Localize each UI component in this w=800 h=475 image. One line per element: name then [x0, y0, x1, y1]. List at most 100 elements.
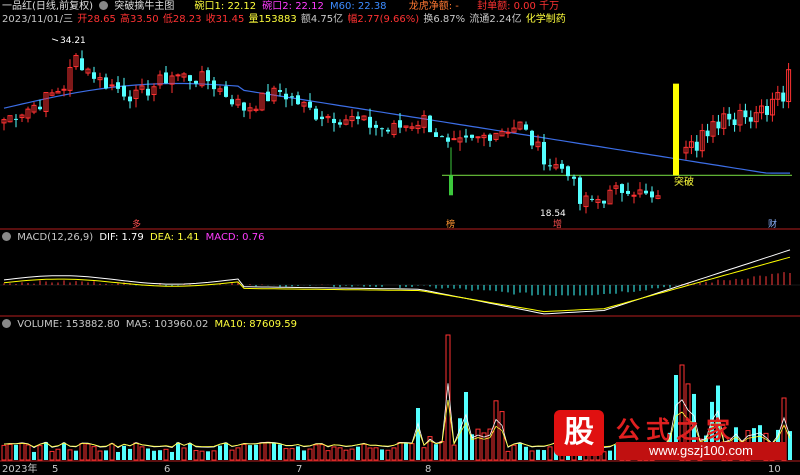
- candle-up: [175, 74, 181, 77]
- volume-bar: [349, 448, 355, 461]
- volume-bar: [152, 450, 156, 460]
- volume-bar: [122, 445, 126, 460]
- volume-bar: [254, 444, 258, 460]
- volume-header: VOLUME: 153882.80 MA5: 103960.02 MA10: 8…: [2, 319, 300, 331]
- volume-bar: [37, 445, 43, 461]
- candle-down: [128, 96, 132, 102]
- candle-up: [475, 136, 481, 139]
- dif-line: [3, 249, 791, 315]
- candle-down: [530, 130, 534, 146]
- candle-down: [650, 191, 654, 198]
- candle-down: [732, 119, 737, 125]
- breakdown-marker: [449, 175, 453, 196]
- gear-icon[interactable]: [2, 232, 11, 241]
- candle-down: [602, 200, 606, 204]
- volume-bar: [55, 448, 61, 461]
- volume-bar: [67, 449, 73, 461]
- candle-down: [470, 134, 474, 138]
- candle-down: [230, 99, 234, 105]
- volume-bar: [49, 450, 55, 461]
- volume-bar: [272, 442, 276, 460]
- breakout-label: 突破: [674, 175, 694, 188]
- candle-down: [434, 132, 438, 137]
- volume-bar: [259, 442, 265, 461]
- volume-bar: [331, 446, 337, 461]
- candle-down: [716, 121, 721, 129]
- macd-title[interactable]: MACD(12,26,9): [17, 232, 93, 243]
- volume-bar: [235, 447, 241, 461]
- volume-bar: [248, 445, 252, 460]
- candle-down: [566, 166, 570, 177]
- volume-bar: [542, 450, 546, 460]
- candle-down: [368, 116, 372, 128]
- volume-bar: [85, 443, 91, 461]
- volume-bar: [199, 450, 205, 461]
- volume-bar: [421, 447, 427, 461]
- peak-pointer: [51, 38, 59, 42]
- volume-bar: [7, 443, 13, 461]
- candle-down: [727, 113, 732, 120]
- ma10-value: MA10: 87609.59: [214, 319, 297, 330]
- volume-bar: [475, 428, 481, 461]
- candle-down: [356, 116, 360, 119]
- candle-down: [188, 75, 192, 81]
- macd-panel: [0, 249, 800, 315]
- volume-bar: [139, 446, 145, 461]
- volume-bar: [133, 442, 139, 461]
- candle-down: [212, 80, 216, 90]
- candle-down: [464, 135, 468, 138]
- logo-glyph: 股: [554, 410, 604, 456]
- volume-bar: [289, 448, 295, 461]
- volume-bar: [229, 449, 235, 461]
- x-axis-label: 6: [164, 464, 170, 475]
- candle-down: [748, 117, 753, 122]
- site-logo: 股 公式之家 www.gszj100.com: [554, 408, 794, 470]
- x-axis-label: 7: [296, 464, 302, 475]
- volume-bar: [391, 447, 397, 461]
- candle-down: [194, 80, 198, 84]
- volume-bar: [343, 449, 349, 461]
- volume-bar: [176, 442, 180, 460]
- volume-bar: [385, 449, 391, 461]
- candle-down: [242, 102, 246, 111]
- volume-bar: [170, 451, 174, 460]
- candle-down: [146, 88, 150, 96]
- volume-bar: [499, 411, 505, 461]
- volume-bar: [97, 450, 103, 461]
- volume-bar: [439, 440, 445, 461]
- candle-down: [542, 141, 546, 165]
- volume-bar: [128, 448, 132, 460]
- volume-bar: [325, 450, 331, 461]
- candle-down: [765, 106, 769, 115]
- volume-bar: [211, 450, 217, 461]
- volume-bar: [518, 442, 522, 460]
- breakout-candle: [673, 83, 679, 176]
- candle-down: [694, 141, 699, 151]
- candle-down: [743, 110, 748, 118]
- candle-down: [278, 90, 282, 92]
- volume-bar: [109, 443, 115, 461]
- volume-bar: [493, 400, 499, 461]
- candle-down: [705, 130, 710, 137]
- candle-down: [266, 91, 270, 102]
- event-marker: 财: [768, 218, 777, 230]
- candle-up: [631, 194, 637, 197]
- volume-title[interactable]: VOLUME: 153882.80: [17, 319, 120, 330]
- logo-url: www.gszj100.com: [616, 442, 786, 460]
- candle-down: [578, 177, 582, 204]
- candle-down: [206, 70, 210, 82]
- candle-down: [620, 184, 624, 193]
- candle-down: [284, 93, 288, 100]
- volume-bar: [25, 444, 31, 461]
- volume-bar: [409, 443, 415, 461]
- volume-bar: [62, 442, 66, 460]
- candle-down: [488, 134, 492, 141]
- candle-down: [104, 77, 108, 89]
- gear-icon[interactable]: [2, 319, 11, 328]
- volume-bar: [451, 444, 457, 461]
- candle-up: [109, 84, 115, 87]
- volume-bar: [104, 450, 108, 460]
- candle-down: [428, 115, 432, 133]
- candle-down: [332, 118, 336, 124]
- dea-line: [3, 256, 791, 313]
